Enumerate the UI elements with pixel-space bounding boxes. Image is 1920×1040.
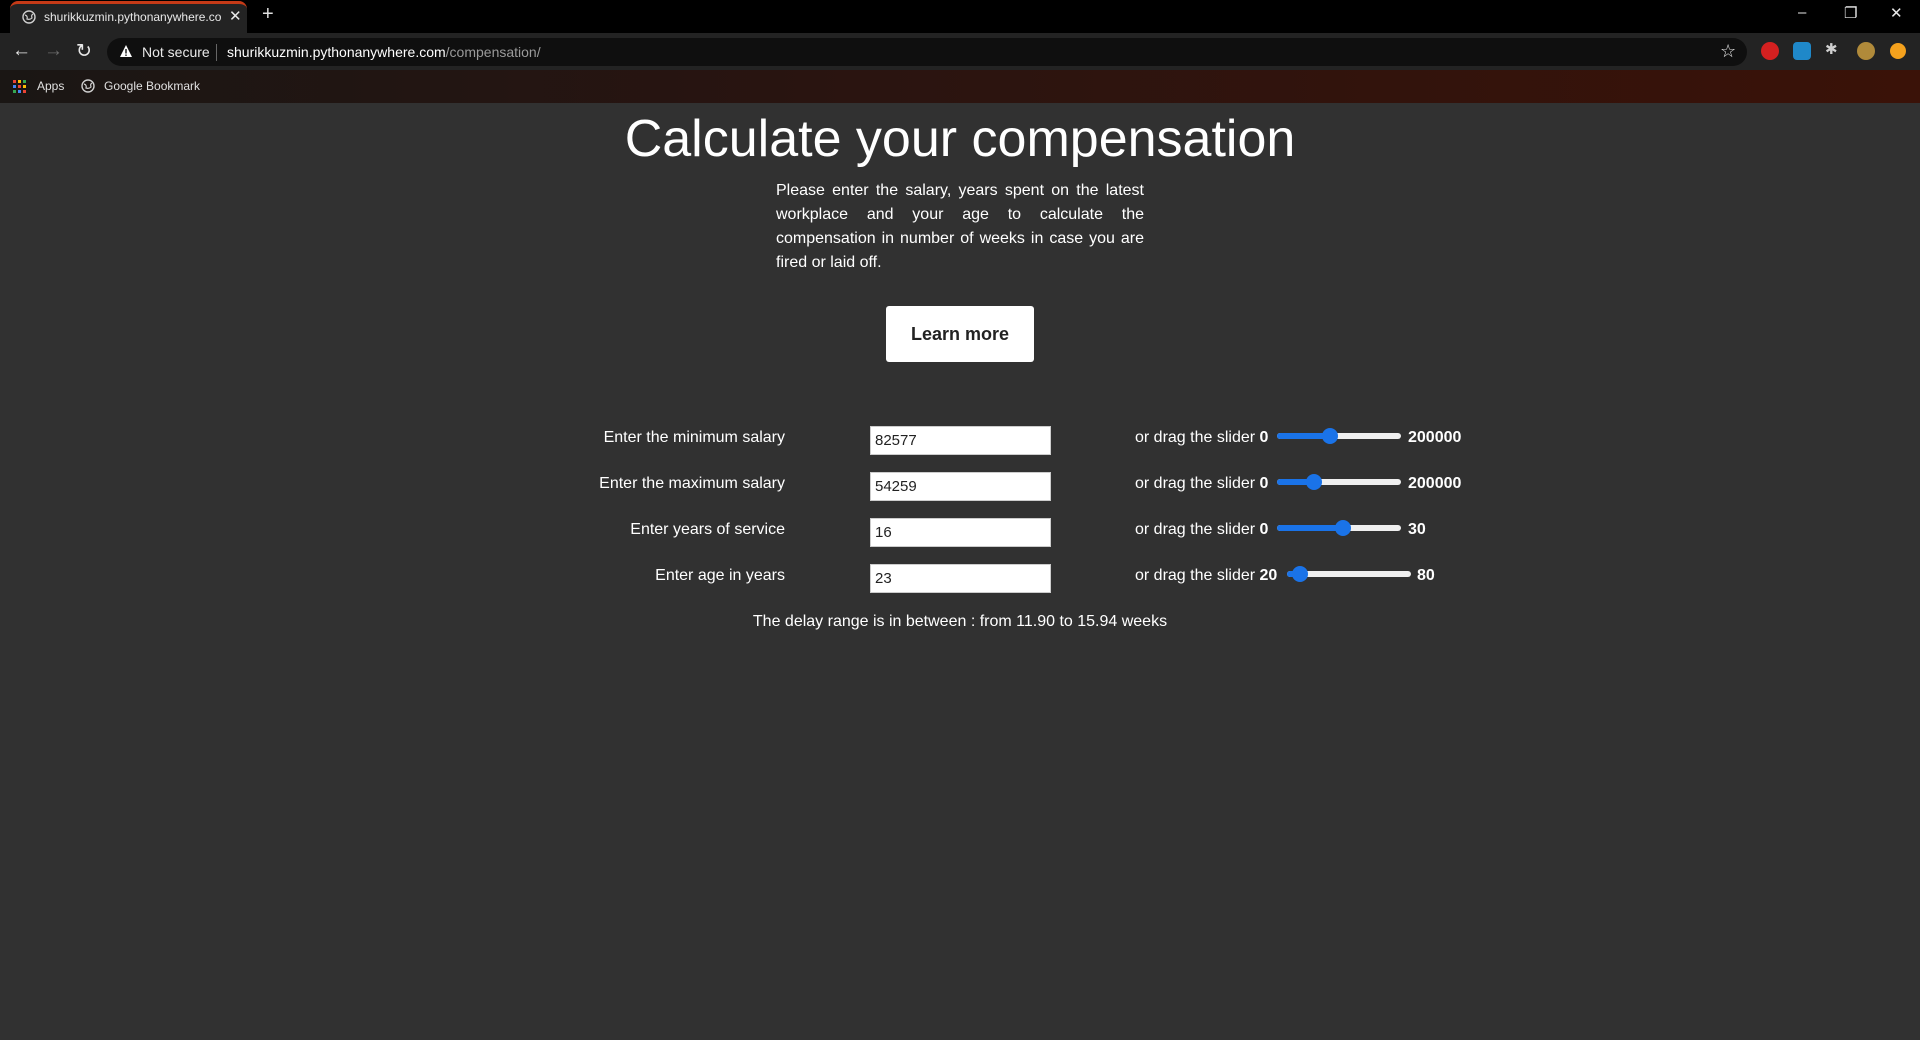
- avatar[interactable]: [1857, 42, 1875, 60]
- max-salary-input[interactable]: [870, 472, 1051, 501]
- max-salary-label: Enter the maximum salary: [599, 475, 785, 492]
- back-arrow-icon[interactable]: ←: [12, 40, 31, 62]
- extension-red-icon[interactable]: [1761, 42, 1779, 60]
- new-tab-plus-icon[interactable]: +: [262, 3, 274, 26]
- extension-m-icon[interactable]: [1793, 42, 1811, 60]
- globe-icon: [81, 79, 95, 93]
- drag-label: or drag the slider 0: [1135, 521, 1268, 539]
- security-status[interactable]: Not secure: [142, 44, 210, 60]
- close-window-icon[interactable]: ✕: [1890, 4, 1903, 22]
- apps-grid-icon[interactable]: [13, 80, 27, 94]
- min-salary-input[interactable]: [870, 426, 1051, 455]
- page-content: Calculate your compensation Please enter…: [0, 103, 1920, 1040]
- bookmark-apps[interactable]: Apps: [37, 79, 64, 93]
- address-bar[interactable]: Not secure shurikkuzmin.pythonanywhere.c…: [107, 38, 1747, 66]
- bookmarks-bar: Apps Google Bookmark: [0, 70, 1920, 103]
- max-salary-slider[interactable]: [1277, 474, 1401, 490]
- browser-tab-strip: shurikkuzmin.pythonanywhere.com ✕ + – ❐ …: [0, 0, 1920, 33]
- age-slider[interactable]: [1287, 566, 1411, 582]
- restore-icon[interactable]: ❐: [1844, 4, 1857, 22]
- years-service-label: Enter years of service: [630, 521, 785, 538]
- slider-min-value: 0: [1259, 429, 1269, 446]
- browser-toolbar: ← → ↻ Not secure shurikkuzmin.pythonanyw…: [0, 33, 1920, 103]
- min-salary-slider[interactable]: [1277, 428, 1401, 444]
- url-path: /compensation/: [445, 44, 541, 60]
- drag-text: or drag the slider: [1135, 567, 1256, 584]
- update-badge-icon[interactable]: [1890, 43, 1906, 59]
- slider-thumb[interactable]: [1334, 520, 1351, 536]
- slider-fill: [1277, 525, 1343, 531]
- slider-thumb[interactable]: [1292, 566, 1309, 582]
- slider-min-value: 20: [1259, 567, 1278, 584]
- min-salary-label: Enter the minimum salary: [603, 429, 785, 446]
- url-text[interactable]: shurikkuzmin.pythonanywhere.com/compensa…: [227, 44, 541, 60]
- slider-min-value: 0: [1259, 475, 1269, 492]
- years-service-slider[interactable]: [1277, 520, 1401, 536]
- slider-max-value: 200000: [1408, 475, 1462, 492]
- drag-label: or drag the slider 20: [1135, 567, 1277, 585]
- delay-range-result: The delay range is in between : from 11.…: [752, 613, 1168, 630]
- bookmark-star-icon[interactable]: ☆: [1720, 41, 1736, 62]
- age-label: Enter age in years: [655, 567, 785, 584]
- drag-text: or drag the slider: [1135, 475, 1256, 492]
- browser-tab[interactable]: shurikkuzmin.pythonanywhere.com ✕: [10, 1, 247, 33]
- warning-triangle-icon: [120, 45, 132, 57]
- extensions-puzzle-icon[interactable]: ✱: [1825, 40, 1843, 58]
- forward-arrow-icon[interactable]: →: [44, 40, 63, 62]
- intro-paragraph: Please enter the salary, years spent on …: [776, 182, 1144, 271]
- slider-thumb[interactable]: [1321, 428, 1338, 444]
- minimize-icon[interactable]: –: [1798, 4, 1806, 21]
- slider-max-value: 80: [1417, 567, 1435, 584]
- bookmark-google[interactable]: Google Bookmark: [104, 79, 200, 93]
- slider-max-value: 200000: [1408, 429, 1462, 446]
- globe-icon: [22, 10, 36, 24]
- tab-close-icon[interactable]: ✕: [229, 7, 242, 25]
- learn-more-button[interactable]: Learn more: [886, 306, 1034, 362]
- page-title: Calculate your compensation: [624, 110, 1296, 168]
- years-service-input[interactable]: [870, 518, 1051, 547]
- drag-label: or drag the slider 0: [1135, 429, 1268, 447]
- age-input[interactable]: [870, 564, 1051, 593]
- reload-icon[interactable]: ↻: [76, 40, 92, 63]
- tab-title: shurikkuzmin.pythonanywhere.com: [44, 10, 222, 24]
- url-host: shurikkuzmin.pythonanywhere.com: [227, 44, 446, 60]
- slider-thumb[interactable]: [1306, 474, 1323, 490]
- drag-text: or drag the slider: [1135, 521, 1256, 538]
- drag-text: or drag the slider: [1135, 429, 1256, 446]
- slider-max-value: 30: [1408, 521, 1426, 538]
- slider-min-value: 0: [1259, 521, 1269, 538]
- omnibox-divider: [216, 44, 217, 61]
- drag-label: or drag the slider 0: [1135, 475, 1268, 493]
